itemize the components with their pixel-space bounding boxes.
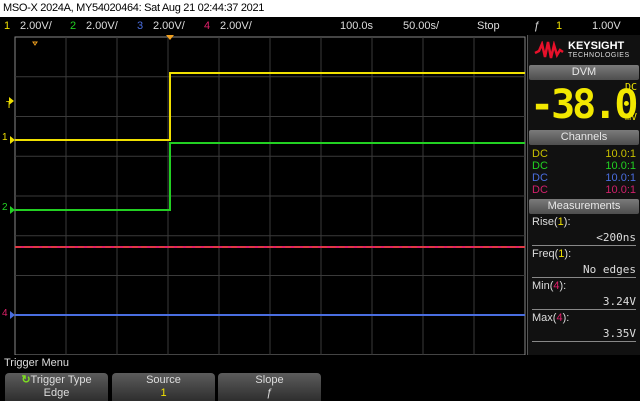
dvm-coupling: DC xyxy=(624,82,637,93)
ch4-number[interactable]: 4 xyxy=(204,17,210,35)
probe-ratio: 10.0:1 xyxy=(605,172,636,184)
ground-marker-arrow-icon xyxy=(10,136,15,144)
channels-header[interactable]: Channels xyxy=(529,130,639,145)
channel-row-2[interactable]: DC 10.0:1 xyxy=(528,160,640,172)
trigger-level[interactable]: 1.00V xyxy=(592,17,621,35)
dvm-header[interactable]: DVM xyxy=(529,65,639,80)
dvm-readout: -38.0 DC mV xyxy=(528,80,640,129)
side-panel: KEYSIGHT TECHNOLOGIES DVM -38.0 DC mV Cha… xyxy=(527,35,640,355)
measurement-value: <200ns xyxy=(596,231,636,244)
ch2-scale[interactable]: 2.00V/ xyxy=(86,17,118,35)
softkey-value: Edge xyxy=(43,387,70,399)
trigger-slope-icon: ƒ xyxy=(534,20,541,32)
softkey-label: Slope xyxy=(255,374,284,386)
softkey-value: ƒ xyxy=(266,387,273,399)
waveform-display[interactable]: T 1 2 4 xyxy=(0,35,527,355)
coupling: DC xyxy=(532,160,548,172)
trigger-level-marker[interactable]: T xyxy=(6,100,12,111)
dvm-value: -38.0 xyxy=(530,82,638,128)
coupling: DC xyxy=(532,172,548,184)
measurement-value: 3.24V xyxy=(602,295,636,308)
horizontal-delay[interactable]: 100.0s xyxy=(340,17,373,35)
channel-row-4[interactable]: DC 10.0:1 xyxy=(528,184,640,196)
probe-ratio: 10.0:1 xyxy=(605,184,636,196)
dvm-unit: mV xyxy=(624,112,637,123)
brand-sub: TECHNOLOGIES xyxy=(568,51,630,59)
softkey-label: Trigger Type xyxy=(30,374,92,386)
ch4-scale[interactable]: 2.00V/ xyxy=(220,17,252,35)
time-reference-marker xyxy=(32,41,38,46)
probe-ratio: 10.0:1 xyxy=(605,148,636,160)
ch1-scale[interactable]: 2.00V/ xyxy=(20,17,52,35)
softkey-source[interactable]: Source 1 xyxy=(112,373,215,401)
menu-title: Trigger Menu xyxy=(4,357,70,369)
ch1-number[interactable]: 1 xyxy=(4,17,10,35)
ch2-number[interactable]: 2 xyxy=(70,17,76,35)
ground-marker-arrow-icon xyxy=(10,206,15,214)
ch1-ground-marker[interactable]: 1 xyxy=(2,132,8,143)
ch4-ground-marker[interactable]: 4 xyxy=(2,308,8,319)
measurement-name: Rise(1): xyxy=(532,216,571,228)
measurement-item[interactable]: Rise(1): <200ns xyxy=(532,214,636,246)
measurements-header[interactable]: Measurements xyxy=(529,199,639,214)
coupling: DC xyxy=(532,184,548,196)
status-bar: 1 2.00V/ 2 2.00V/ 3 2.00V/ 4 2.00V/ 100.… xyxy=(0,17,640,35)
measurement-item[interactable]: Freq(1): No edges xyxy=(532,246,636,278)
softkey-value: 1 xyxy=(160,387,167,399)
coupling: DC xyxy=(532,148,548,160)
measurement-item[interactable]: Max(4): 3.35V xyxy=(532,310,636,342)
rotate-knob-icon: ↻ xyxy=(21,374,31,386)
measurement-name: Freq(1): xyxy=(532,248,572,260)
keysight-logo: KEYSIGHT TECHNOLOGIES xyxy=(528,35,640,64)
graticule xyxy=(9,35,526,355)
measurement-name: Min(4): xyxy=(532,280,567,292)
measurement-value: No edges xyxy=(583,263,636,276)
timebase[interactable]: 50.00s/ xyxy=(403,17,439,35)
softkey-label: Source xyxy=(146,374,181,386)
measurement-item[interactable]: Min(4): 3.24V xyxy=(532,278,636,310)
channel-row-3[interactable]: DC 10.0:1 xyxy=(528,172,640,184)
ground-marker-arrow-icon xyxy=(10,311,15,319)
probe-ratio: 10.0:1 xyxy=(605,160,636,172)
trigger-source[interactable]: 1 xyxy=(556,17,562,35)
softkey-slope[interactable]: Slope ƒ xyxy=(218,373,321,401)
brand-name: KEYSIGHT xyxy=(568,39,625,52)
window-title: MSO-X 2024A, MY54020464: Sat Aug 21 02:4… xyxy=(0,0,640,17)
softkey-trigger-type[interactable]: ↻Trigger Type Edge xyxy=(5,373,108,401)
measurement-value: 3.35V xyxy=(602,327,636,340)
keysight-wave-icon xyxy=(534,40,564,58)
trigger-menu: Trigger Menu ↻Trigger Type Edge Source 1 S… xyxy=(0,355,640,401)
ch3-scale[interactable]: 2.00V/ xyxy=(153,17,185,35)
ch2-ground-marker[interactable]: 2 xyxy=(2,202,8,213)
measurement-name: Max(4): xyxy=(532,312,570,324)
channel-row-1[interactable]: DC 10.0:1 xyxy=(528,148,640,160)
run-state[interactable]: Stop xyxy=(477,17,500,35)
ch3-number[interactable]: 3 xyxy=(137,17,143,35)
